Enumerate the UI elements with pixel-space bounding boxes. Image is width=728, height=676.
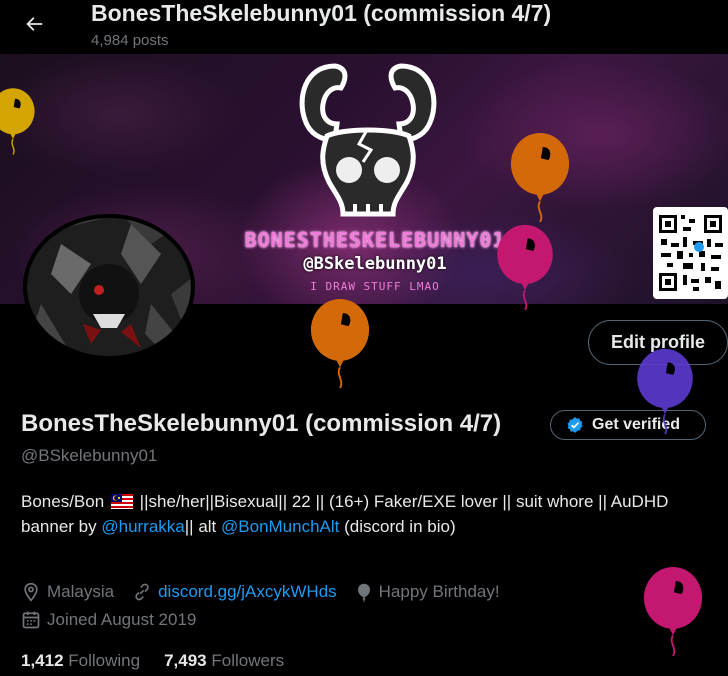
profile-meta-row: Malaysia discord.gg/jAxcykWHds Happy Bir…: [21, 582, 518, 602]
bio-text-1: Bones/Bon: [21, 492, 105, 511]
website-link[interactable]: discord.gg/jAxcykWHds: [158, 582, 337, 602]
website: discord.gg/jAxcykWHds: [132, 582, 337, 602]
joined-text: Joined August 2019: [47, 610, 197, 629]
location-text: Malaysia: [47, 582, 115, 601]
verified-badge-icon: [567, 417, 583, 433]
back-button[interactable]: [16, 6, 52, 42]
profile-display-name: BonesTheSkelebunny01 (commission 4/7): [21, 410, 502, 437]
bio-link-bonmunchalt[interactable]: @BonMunchAlt: [221, 517, 339, 536]
post-count: 4,984 posts: [91, 32, 169, 49]
followers-link[interactable]: 7,493 Followers: [164, 651, 284, 671]
birthday-balloon-pink: [497, 224, 553, 310]
location: Malaysia: [21, 582, 114, 602]
birthday-balloon-orange: [510, 132, 570, 222]
followers-label: Followers: [211, 651, 285, 670]
calendar-icon: [22, 611, 40, 629]
header-display-name: BonesTheSkelebunny01 (commission 4/7): [91, 0, 552, 26]
joined-date: Joined August 2019: [21, 610, 196, 630]
birthday-balloon-yellow: [0, 88, 35, 155]
birthday-balloon-pink-2: [643, 566, 703, 656]
bio-text-2: ||she/her||Bisexual|| 22 || (16+) Faker/…: [139, 492, 669, 511]
profile-handle: @BSkelebunny01: [21, 446, 158, 465]
following-label: Following: [68, 651, 141, 670]
bio-text-5: (discord in bio): [344, 517, 456, 536]
birthday-balloon-purple: [637, 348, 693, 434]
following-count: 1,412: [21, 651, 64, 670]
link-icon: [135, 583, 149, 601]
birthday-balloon-orange-2: [310, 298, 370, 388]
bio-link-hurrakka[interactable]: @hurrakka: [101, 517, 184, 536]
followers-count: 7,493: [164, 651, 207, 670]
location-pin-icon: [24, 582, 38, 602]
birthday: Happy Birthday!: [355, 582, 500, 602]
skull-bunny-logo: [299, 63, 437, 217]
profile-bio: Bones/Bon ||she/her||Bisexual|| 22 || (1…: [21, 489, 701, 539]
arrow-left-icon: [26, 17, 43, 31]
birthday-text: Happy Birthday!: [378, 582, 500, 601]
profile-header-bar: BonesTheSkelebunny01 (commission 4/7) 4,…: [0, 0, 728, 54]
bio-text-3: banner by: [21, 517, 97, 536]
bio-text-4: || alt: [184, 517, 217, 536]
balloon-icon: [357, 583, 370, 602]
follow-stats: 1,412 Following 7,493 Followers: [21, 651, 284, 671]
following-link[interactable]: 1,412 Following: [21, 651, 140, 671]
avatar-image: [23, 214, 195, 360]
qr-code-icon: [659, 215, 723, 291]
malaysia-flag-icon: [110, 494, 133, 509]
avatar[interactable]: [21, 214, 197, 360]
qr-code: [653, 207, 728, 299]
